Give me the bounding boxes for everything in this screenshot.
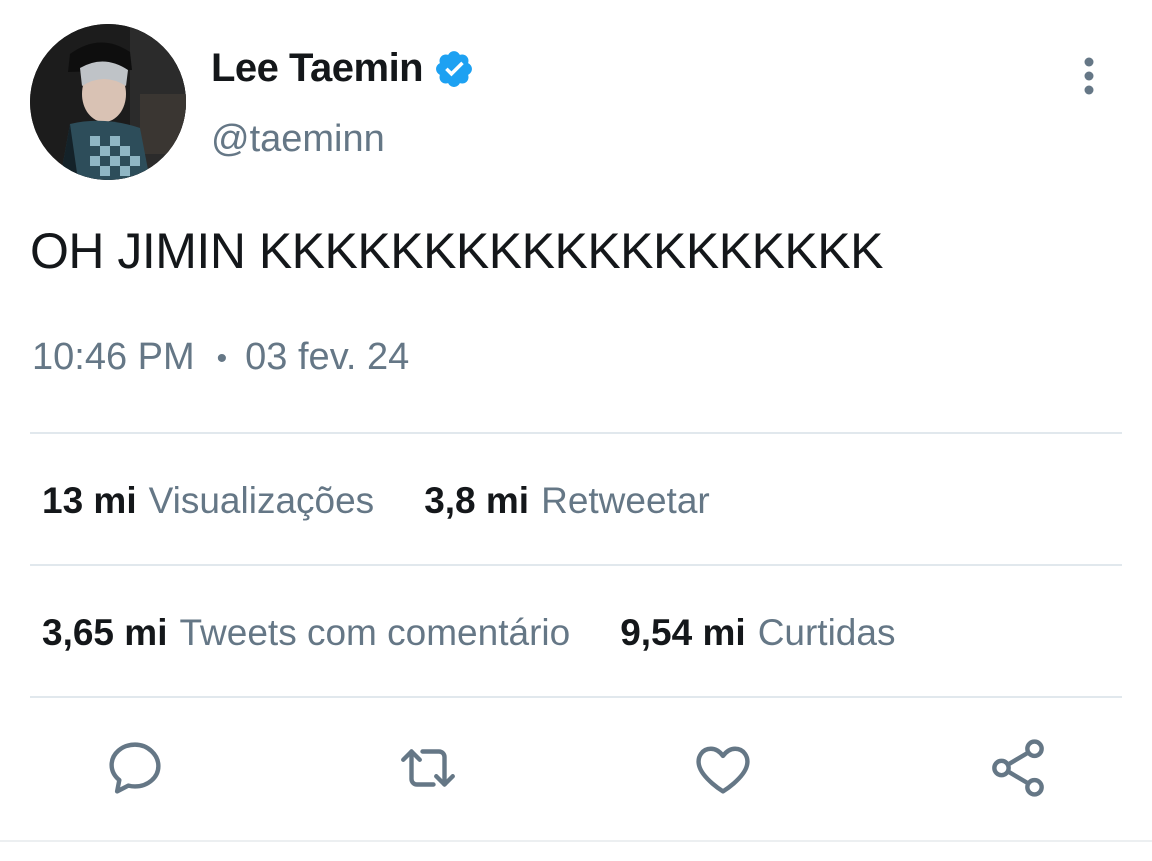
tweet-text: OH JIMIN KKKKKKKKKKKKKKKKKKK (30, 223, 883, 279)
quotes-stat[interactable]: 3,65 mi Tweets com comentário (42, 612, 570, 654)
divider (30, 564, 1122, 566)
divider (30, 432, 1122, 434)
retweets-label: Retweetar (541, 480, 710, 521)
likes-stat[interactable]: 9,54 mi Curtidas (620, 612, 895, 654)
stats-row-2: 3,65 mi Tweets com comentário 9,54 mi Curt… (42, 612, 945, 654)
tweet-date: 03 fev. 24 (245, 336, 410, 378)
display-name-row[interactable]: Lee Taemin (211, 46, 475, 91)
retweets-count: 3,8 mi (424, 480, 530, 521)
reply-icon[interactable] (102, 735, 168, 801)
views-label: Visualizações (148, 480, 375, 521)
tweet-detail: Lee Taemin @taeminn OH JIMIN KKKKKKKKKKK… (0, 0, 1152, 861)
views-stat[interactable]: 13 mi Visualizações (42, 480, 374, 522)
likes-count: 9,54 mi (620, 612, 746, 653)
avatar[interactable] (30, 24, 186, 180)
more-options-icon[interactable] (1074, 56, 1104, 100)
bottom-divider (0, 840, 1152, 842)
likes-label: Curtidas (757, 612, 896, 653)
divider (30, 696, 1122, 698)
views-count: 13 mi (42, 480, 137, 521)
quotes-label: Tweets com comentário (179, 612, 571, 653)
retweet-icon[interactable] (395, 735, 461, 801)
share-icon[interactable] (985, 735, 1051, 801)
tweet-timestamp[interactable]: 10:46 PM • 03 fev. 24 (32, 336, 409, 379)
display-name[interactable]: Lee Taemin (211, 46, 424, 91)
retweets-stat[interactable]: 3,8 mi Retweetar (424, 480, 710, 522)
avatar-photo (30, 24, 186, 180)
action-bar (0, 735, 1152, 805)
like-icon[interactable] (690, 735, 756, 801)
stats-row-1: 13 mi Visualizações 3,8 mi Retweetar (42, 480, 760, 522)
tweet-time: 10:46 PM (32, 336, 195, 378)
quotes-count: 3,65 mi (42, 612, 168, 653)
meta-separator: • (216, 341, 228, 375)
verified-badge-icon (433, 48, 475, 90)
user-handle[interactable]: @taeminn (211, 118, 385, 161)
